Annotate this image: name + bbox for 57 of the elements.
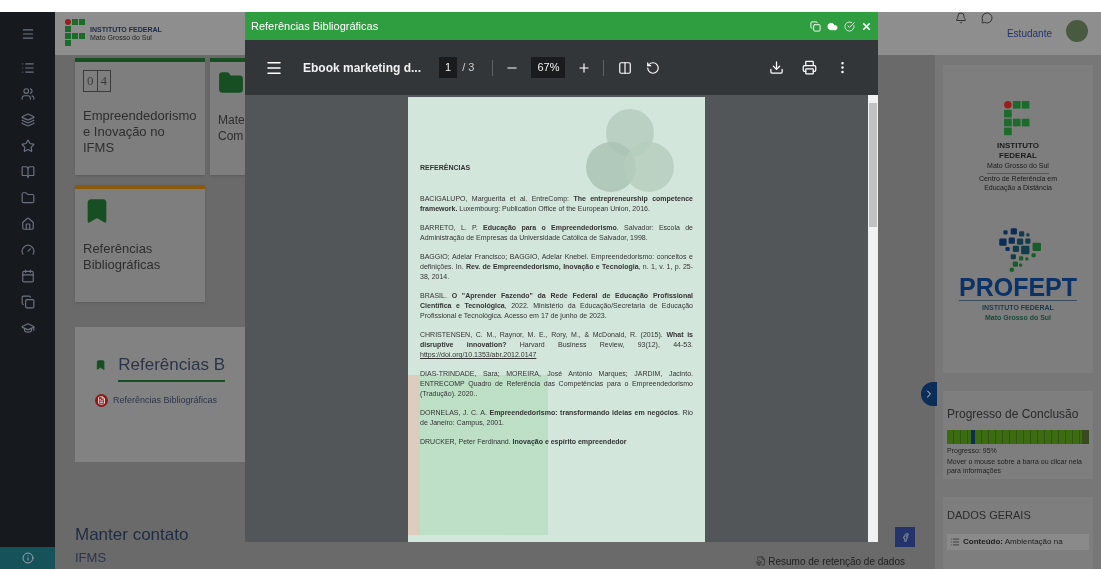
scrollbar[interactable] [868,95,878,542]
zoom-in-icon[interactable] [577,60,592,75]
gauge-icon[interactable] [20,243,35,257]
folder-icon [218,70,244,96]
avatar[interactable] [1066,19,1088,42]
document-name: Ebook marketing d... [303,59,422,77]
list-icon [950,536,960,547]
course-title: Empreendedorismo e Inovação no IFMS [83,108,197,156]
course-card[interactable]: Referências Bibliográficas [75,185,205,302]
print-icon[interactable] [802,60,817,75]
chat-icon[interactable] [980,11,993,24]
book-icon[interactable] [20,165,35,179]
info-bar[interactable] [0,547,55,569]
book-digit: 0 [84,71,98,91]
logo-title: INSTITUTO FEDERAL [995,141,1041,161]
page-number-field[interactable]: 1 [439,57,458,78]
page-total: / 3 [462,60,475,76]
close-icon[interactable] [861,20,872,32]
info-icon [21,552,34,564]
folder-icon[interactable] [20,191,35,205]
course-title: Mate Com [218,112,246,144]
cloud-icon[interactable] [827,20,838,32]
layers-icon[interactable] [20,113,35,127]
book-digit: 4 [99,72,108,90]
footer-heading: Manter contato [75,523,189,546]
dialog-title: Referências Bibliográficas [251,18,379,34]
home-icon[interactable] [20,217,35,231]
profept-logo-text: PROFEPT [958,273,1078,301]
facebook-button[interactable] [895,527,915,547]
copy-icon[interactable] [810,20,821,32]
rotate-icon[interactable] [646,60,661,75]
section-heading: Referências B [118,352,225,382]
progress-marker [971,430,975,444]
retention-link[interactable]: Resumo de retenção de dados [768,553,905,569]
zoom-field[interactable]: 67% [531,57,566,78]
institute-logo-icon [65,18,87,49]
copy-icon[interactable] [20,295,35,309]
footer-subheading: IFMS [75,549,107,568]
graduation-cap-icon[interactable] [20,321,35,335]
users-icon[interactable] [20,87,35,101]
resource-link[interactable]: Referências Bibliográficas [113,393,218,407]
facebook-icon [900,532,910,542]
user-name[interactable]: Estudante [1006,25,1052,41]
scrollbar-thumb[interactable] [869,103,877,227]
progress-title: Progresso de Conclusão [947,406,1080,423]
content-line: Conteúdo: Ambientação na [963,535,1063,548]
course-title: Referências Bibliográficas [83,241,162,273]
fit-page-icon[interactable] [618,60,633,75]
star-icon[interactable] [20,139,35,153]
list-icon[interactable] [20,61,35,75]
pdf-icon [95,393,108,407]
download-icon[interactable] [769,60,784,75]
calendar-icon[interactable] [20,269,35,283]
general-title: DADOS GERAIS [947,508,1032,523]
check-circle-icon[interactable] [844,20,855,32]
course-card[interactable]: 0 4 Empreendedorismo e Inovação no IFMS [75,58,205,175]
bell-icon[interactable] [954,11,967,24]
